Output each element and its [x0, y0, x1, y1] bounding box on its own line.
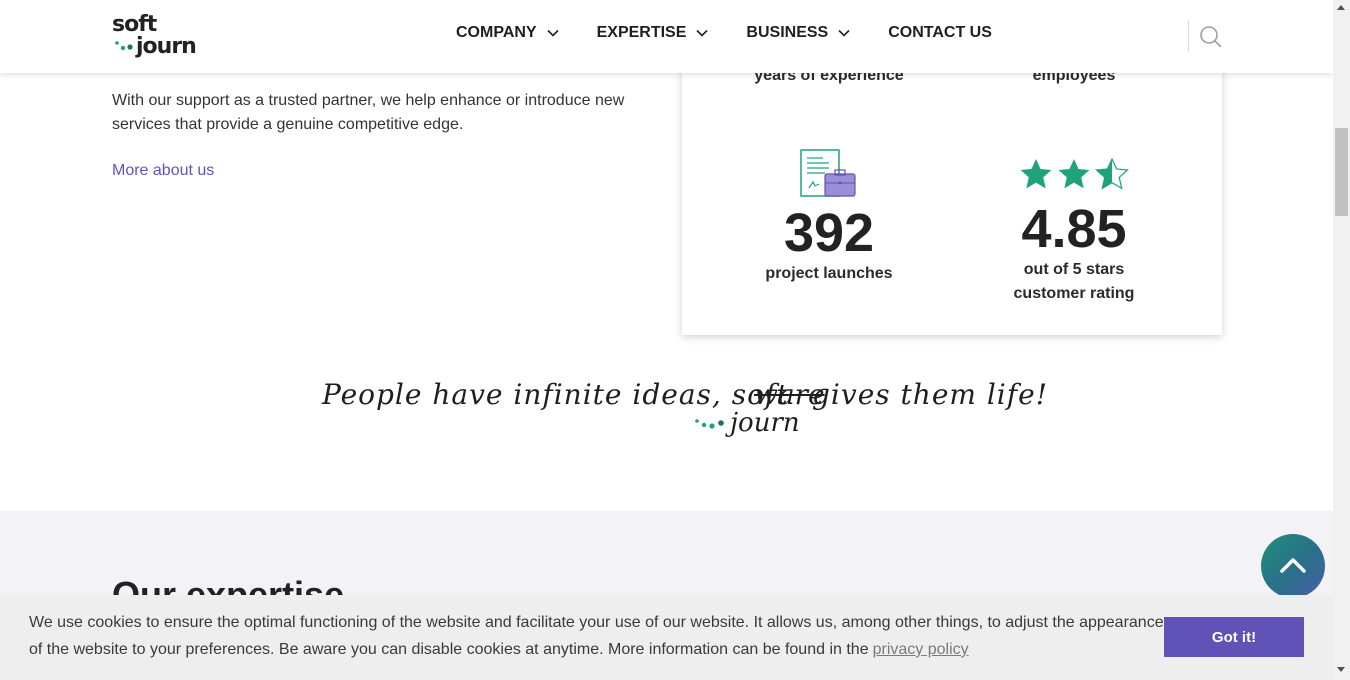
nav-expertise-label: EXPERTISE — [596, 24, 687, 41]
tagline-replacement-word: journ — [730, 408, 800, 438]
stat-projects-label: project launches — [765, 265, 893, 282]
chevron-up-icon — [1280, 558, 1306, 573]
nav-business[interactable]: BUSINESS — [746, 24, 850, 42]
cookie-message: We use cookies to ensure the optimal fun… — [29, 609, 1169, 663]
stat-rating: 4.85 out of 5 stars customer rating — [964, 158, 1184, 306]
tagline-part-1: People have infinite ideas, soft — [322, 378, 789, 411]
chevron-down-icon — [696, 29, 708, 37]
logo-text-top: soft — [112, 12, 157, 37]
scroll-down-arrow-icon[interactable] — [1337, 667, 1345, 672]
chevron-down-icon — [838, 29, 850, 37]
logo-text-bottom: journ — [136, 34, 197, 59]
scroll-to-top-button[interactable] — [1261, 534, 1325, 598]
nav-company-label: COMPANY — [456, 24, 537, 41]
rating-stars — [964, 158, 1184, 192]
nav-contact-us-label: CONTACT US — [888, 24, 992, 41]
page-scrollbar[interactable] — [1333, 0, 1350, 680]
tagline-dots-icon — [695, 419, 724, 429]
stat-projects: 392 project launches — [719, 148, 939, 286]
main-nav: COMPANY EXPERTISE BUSINESS CONTACT US — [456, 24, 1030, 42]
site-header: soft journ COMPANY EXPERTISE BUSINESS CO… — [0, 0, 1333, 73]
handwritten-tagline: People have infinite ideas, soft ware gi… — [322, 378, 1047, 458]
cookie-banner: We use cookies to ensure the optimal fun… — [0, 595, 1333, 680]
star-icon — [1095, 158, 1129, 190]
nav-expertise[interactable]: EXPERTISE — [597, 24, 709, 42]
logo-dots-icon — [115, 41, 133, 51]
stat-rating-label-1: out of 5 stars — [1023, 261, 1125, 278]
document-briefcase-icon — [800, 149, 856, 197]
nav-company[interactable]: COMPANY — [456, 24, 559, 42]
chevron-down-icon — [547, 29, 559, 37]
star-icon — [1020, 159, 1052, 189]
nav-business-label: BUSINESS — [746, 24, 829, 41]
stat-rating-number: 4.85 — [1021, 199, 1127, 259]
tagline-part-2: gives them life! — [812, 378, 1048, 411]
privacy-policy-link[interactable]: privacy policy — [873, 641, 969, 658]
cookie-accept-button[interactable]: Got it! — [1164, 617, 1304, 657]
more-about-us-link[interactable]: More about us — [112, 162, 214, 180]
search-icon[interactable] — [1199, 25, 1223, 49]
intro-text: With our support as a trusted partner, w… — [112, 92, 625, 133]
cookie-text: We use cookies to ensure the optimal fun… — [29, 614, 1164, 658]
nav-divider — [1188, 20, 1189, 52]
scroll-up-arrow-icon[interactable] — [1337, 5, 1345, 10]
softjourn-logo[interactable]: soft journ — [112, 14, 202, 62]
stat-rating-label-2: customer rating — [1013, 285, 1135, 302]
star-icon — [1058, 159, 1090, 189]
stat-projects-number: 392 — [783, 203, 875, 263]
scrollbar-thumb[interactable] — [1335, 128, 1348, 216]
nav-contact-us[interactable]: CONTACT US — [888, 24, 992, 42]
stats-card: ​ years of experience ​ employees 392 pr… — [682, 30, 1222, 335]
